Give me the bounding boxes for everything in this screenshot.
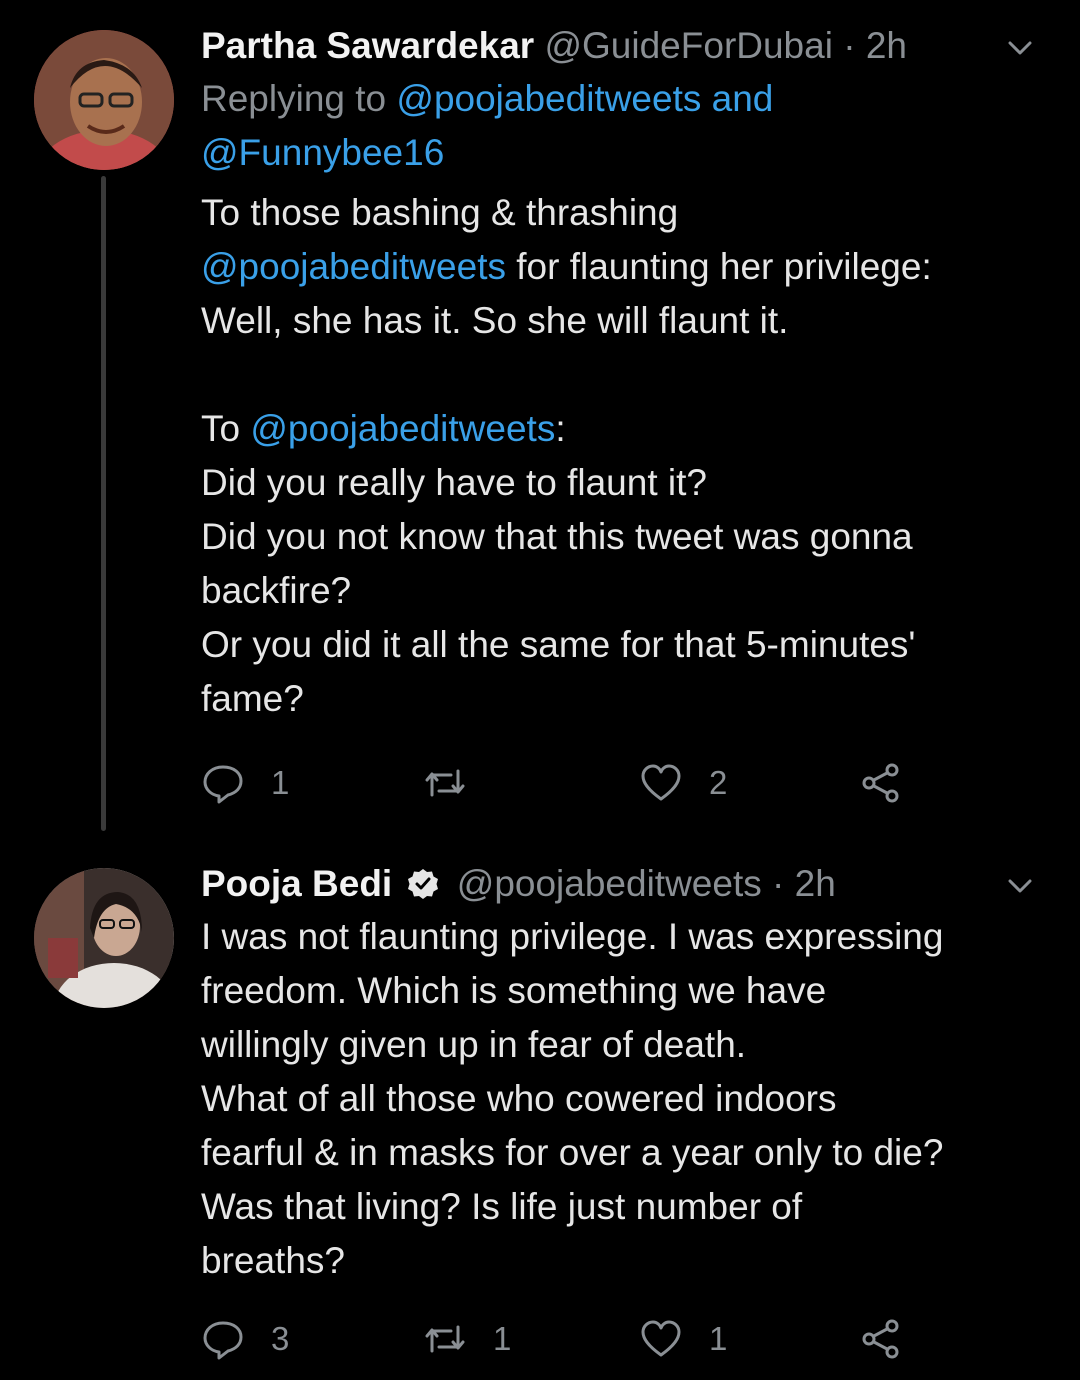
retweet-button[interactable]: 1: [423, 1314, 511, 1364]
tweet-pooja[interactable]: Pooja Bedi @poojabeditweets · 2h I was n…: [0, 850, 1080, 1380]
share-button[interactable]: [859, 758, 929, 808]
share-button[interactable]: [859, 1314, 929, 1364]
text-line: for flaunting her privilege:: [505, 246, 932, 287]
retweet-icon: [425, 769, 465, 797]
author-name[interactable]: Partha Sawardekar: [201, 25, 534, 66]
tweet-partha[interactable]: Partha Sawardekar @GuideForDubai · 2h Re…: [0, 0, 1080, 850]
reply-button[interactable]: 3: [201, 1314, 289, 1364]
timestamp[interactable]: 2h: [795, 863, 836, 904]
timestamp[interactable]: 2h: [866, 25, 907, 66]
text-line: Was that living? Is life just number of: [201, 1186, 803, 1227]
speech-bubble-icon: [203, 1321, 243, 1360]
text-line: fame?: [201, 678, 304, 719]
reply-button[interactable]: 1: [201, 758, 289, 808]
chevron-down-icon[interactable]: [1000, 28, 1040, 68]
like-button[interactable]: 1: [639, 1314, 727, 1364]
tweet-actions: 3 1 1: [201, 1314, 921, 1364]
tweet-header: Pooja Bedi @poojabeditweets · 2h: [201, 858, 1040, 910]
text-line: Well, she has it. So she will flaunt it.: [201, 300, 789, 341]
replying-prefix: Replying to: [201, 78, 387, 119]
speech-bubble-icon: [203, 765, 243, 804]
like-count: 2: [709, 764, 728, 801]
text-line: fearful & in masks for over a year only …: [201, 1132, 944, 1173]
text-line: I was not flaunting privilege. I was exp…: [201, 916, 944, 957]
chevron-down-icon[interactable]: [1000, 866, 1040, 906]
author-handle[interactable]: @poojabeditweets: [457, 863, 762, 904]
replying-to: Replying to @poojabeditweets and @Funnyb…: [201, 72, 1040, 180]
avatar[interactable]: [34, 868, 174, 1008]
thread-line: [101, 176, 106, 831]
heart-icon: [641, 764, 681, 801]
separator: ·: [772, 863, 785, 904]
mention-link[interactable]: @Funnybee16: [201, 132, 444, 173]
text-line: backfire?: [201, 570, 352, 611]
author-handle[interactable]: @GuideForDubai: [544, 25, 832, 66]
text-line: Did you not know that this tweet was gon…: [201, 516, 913, 557]
retweet-count: 1: [493, 1320, 512, 1357]
text-line: To: [201, 408, 251, 449]
text-line: :: [555, 408, 566, 449]
mention-link[interactable]: @poojabeditweets: [201, 246, 506, 287]
like-count: 1: [709, 1320, 728, 1357]
text-line: Did you really have to flaunt it?: [201, 462, 707, 503]
reply-count: 3: [271, 1320, 290, 1357]
text-line: Or you did it all the same for that 5-mi…: [201, 624, 916, 665]
avatar[interactable]: [34, 30, 174, 170]
retweet-button[interactable]: [423, 758, 493, 808]
mention-link[interactable]: @poojabeditweets: [250, 408, 555, 449]
retweet-icon: [425, 1325, 465, 1353]
tweet-text: I was not flaunting privilege. I was exp…: [201, 910, 1040, 1288]
share-icon: [862, 1319, 899, 1359]
tweet-text: To those bashing & thrashing @poojabeditw…: [201, 186, 1040, 726]
tweet-header: Partha Sawardekar @GuideForDubai · 2h: [201, 20, 1040, 72]
author-name[interactable]: Pooja Bedi: [201, 863, 392, 904]
tweet-actions: 1 2: [201, 758, 921, 808]
text-line: freedom. Which is something we have: [201, 970, 827, 1011]
mention-link[interactable]: @poojabeditweets: [396, 78, 701, 119]
separator: ·: [843, 25, 856, 66]
text-line: breaths?: [201, 1240, 345, 1281]
share-icon: [862, 763, 899, 803]
text-line: willingly given up in fear of death.: [201, 1024, 747, 1065]
text-line: To those bashing & thrashing: [201, 192, 679, 233]
reply-count: 1: [271, 764, 290, 801]
heart-icon: [641, 1320, 681, 1357]
replying-and[interactable]: and: [712, 78, 774, 119]
text-line: What of all those who cowered indoors: [201, 1078, 837, 1119]
verified-badge-icon: [408, 869, 439, 899]
like-button[interactable]: 2: [639, 758, 727, 808]
